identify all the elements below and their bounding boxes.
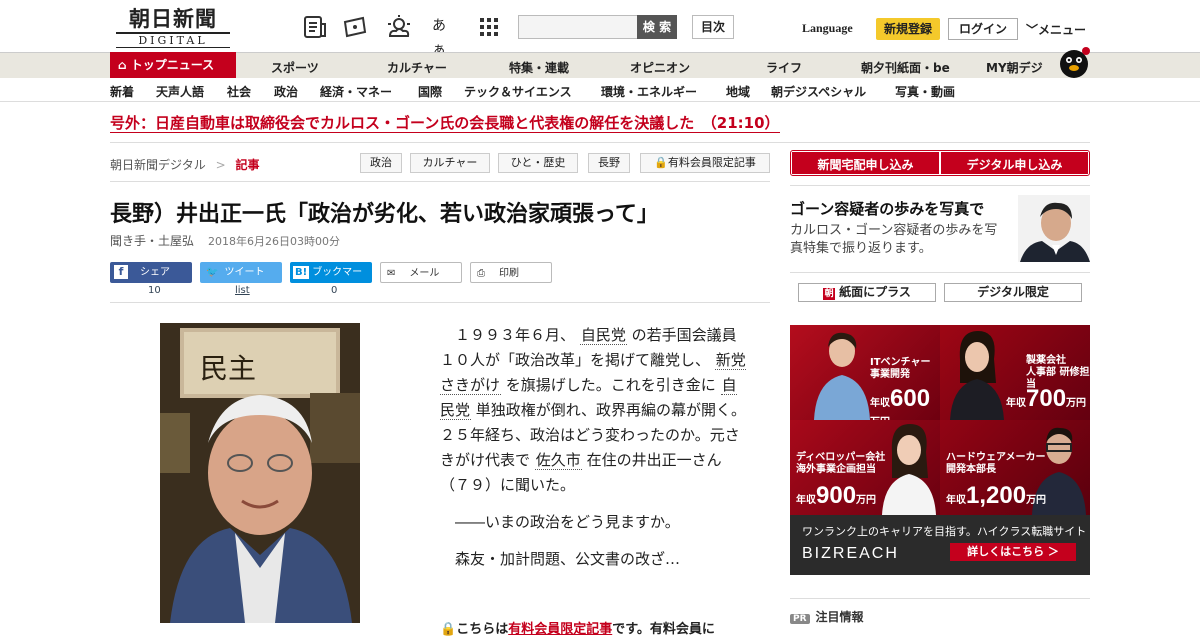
nav-sub-item[interactable]: 経済・マネー — [320, 83, 392, 100]
ad-cell: ディベロッパー会社 海外事業企画担当 年収900万円 — [790, 420, 940, 515]
print-button[interactable]: ⎙ 印刷 — [470, 262, 552, 283]
ad-tagline: ワンランク上のキャリアを目指す。ハイクラス転職サイト — [802, 525, 1087, 538]
nav-sub-item[interactable]: テック＆サイエンス — [464, 83, 572, 100]
facebook-share-button[interactable]: f シェア — [110, 262, 192, 283]
hatena-count: 0 — [331, 285, 338, 296]
chevron-down-icon: ﹀ — [1026, 23, 1039, 37]
facebook-count: 10 — [148, 285, 161, 296]
svg-text:民主: 民主 — [200, 352, 256, 385]
mascot-icon — [1060, 47, 1090, 78]
pr-section-title: PR 注目情報 — [790, 608, 864, 625]
weather-icon[interactable] — [386, 14, 412, 40]
keyword-link[interactable]: 自民党 — [579, 326, 627, 345]
nav-item[interactable]: ライフ — [766, 59, 802, 76]
index-button[interactable]: 目次 — [692, 15, 734, 39]
divider — [790, 185, 1090, 186]
feature-title[interactable]: ゴーン容疑者の歩みを写真で — [790, 198, 984, 219]
nav-sub-item[interactable]: 国際 — [418, 83, 442, 100]
menu-button[interactable]: ﹀メニュー — [1026, 21, 1086, 38]
lock-icon: 🔒 — [654, 156, 668, 169]
grid-icon[interactable] — [476, 14, 502, 40]
divider — [110, 302, 770, 303]
article-headline: 長野）井出正一氏「政治が劣化、若い政治家頑張って」 — [110, 201, 659, 227]
twitter-list-link[interactable]: list — [235, 285, 250, 296]
keyword-link[interactable]: 佐久市 — [534, 451, 582, 470]
twitter-share-button[interactable]: 🐦 ツイート — [200, 262, 282, 283]
ad-cell: ITベンチャー 事業開発 年収600万円 — [790, 325, 940, 428]
feature-text: カルロス・ゴーン容疑者の歩みを写真特集で振り返ります。 — [790, 223, 998, 256]
top-header: 朝日新聞 DIGITAL あぁ 検 索 目次 Language 新規登録 ログイ… — [0, 0, 1200, 58]
nav-sub-item[interactable]: 朝デジスペシャル — [771, 83, 866, 100]
nav-sub-item[interactable]: 地域 — [726, 83, 750, 100]
nav-item[interactable]: 朝夕刊紙面・be — [861, 59, 950, 76]
article-photo[interactable]: 民主 — [160, 323, 360, 623]
bizreach-ad[interactable]: ITベンチャー 事業開発 年収600万円 製薬会社 人事部 研修担当 年収700… — [790, 325, 1090, 575]
secondary-nav: 新着 天声人語 社会 政治 経済・マネー 国際 テック＆サイエンス 環境・エネル… — [0, 78, 1200, 102]
feature-photo[interactable] — [1018, 195, 1090, 262]
tag-paid-article[interactable]: 🔒有料会員限定記事 — [640, 153, 770, 173]
tag-people-history[interactable]: ひと・歴史 — [498, 153, 578, 173]
nav-item[interactable]: スポーツ — [271, 59, 319, 76]
search-button[interactable]: 検 索 — [637, 15, 677, 39]
publish-date: 2018年6月26日03時00分 — [208, 235, 340, 248]
breadcrumb-home[interactable]: 朝日新聞デジタル — [110, 158, 206, 172]
pr-badge: PR — [790, 614, 810, 624]
tag-politics[interactable]: 政治 — [360, 153, 402, 173]
nav-item[interactable]: MY朝デジ — [986, 59, 1043, 76]
question-paragraph: ――いまの政治をどう見ますか。 — [455, 513, 680, 531]
paid-notice: 🔒こちらは有料会員限定記事です。有料会員に — [440, 622, 715, 637]
register-button[interactable]: 新規登録 — [876, 18, 940, 40]
breadcrumb: 朝日新聞デジタル > 記事 — [110, 158, 260, 172]
nav-item[interactable]: 特集・連載 — [509, 59, 569, 76]
article-body: １９９３年６月、 自民党 の若手国会議員１０人が「政治改革」を掲げて離党し、 新… — [440, 323, 750, 584]
hatena-bookmark-button[interactable]: B! ブックマーク — [290, 262, 372, 299]
search-input[interactable] — [518, 15, 638, 39]
subscribe-paper-button[interactable]: 新聞宅配申し込み — [792, 152, 939, 174]
bizreach-logo: BIZREACH — [802, 545, 899, 562]
newspaper-icon[interactable] — [302, 14, 328, 40]
print-icon: ⎙ — [477, 268, 485, 279]
asahi-logo[interactable]: 朝日新聞 DIGITAL — [116, 8, 230, 48]
breadcrumb-current: 記事 — [235, 158, 260, 172]
tag-nagano[interactable]: 長野 — [588, 153, 630, 173]
digital-only-button[interactable]: デジタル限定 — [944, 283, 1082, 302]
lead-paragraph: １９９３年６月、 自民党 の若手国会議員１０人が「政治改革」を掲げて離党し、 新… — [440, 326, 746, 494]
facebook-icon: f — [114, 265, 128, 279]
mail-icon: ✉ — [387, 268, 396, 279]
subscribe-digital-button[interactable]: デジタル申し込み — [941, 152, 1088, 174]
tab-top-news[interactable]: ⌂ トップニュース — [110, 52, 236, 78]
home-icon: ⌂ — [118, 58, 131, 72]
breaking-news: 号外：日産自動車は取締役会でカルロス・ゴーン氏の会長職と代表権の解任を決議した … — [110, 113, 1090, 143]
ad-cell: ハードウェアメーカー 開発本部長 年収1,200万円 — [940, 420, 1090, 515]
hatena-icon: B! — [293, 266, 310, 279]
nav-sub-item[interactable]: 社会 — [227, 83, 251, 100]
divider — [790, 272, 1090, 273]
nav-sub-item[interactable]: 新着 — [110, 83, 134, 100]
nav-item[interactable]: カルチャー — [387, 59, 447, 76]
divider — [110, 181, 770, 182]
nav-sub-item[interactable]: 政治 — [274, 83, 298, 100]
answer-paragraph: 森友・加計問題、公文書の改ざ… — [455, 550, 681, 568]
nav-item[interactable]: オピニオン — [630, 59, 690, 76]
nav-sub-item[interactable]: 環境・エネルギー — [601, 83, 697, 100]
breaking-news-link[interactable]: 号外：日産自動車は取締役会でカルロス・ゴーン氏の会長職と代表権の解任を決議した … — [110, 114, 780, 133]
ad-more-button[interactable]: 詳しくはこちら ＞ — [950, 543, 1076, 561]
ad-footer: ワンランク上のキャリアを目指す。ハイクラス転職サイト BIZREACH 詳しくは… — [790, 515, 1090, 575]
coupon-icon[interactable] — [342, 14, 368, 40]
font-size-icon[interactable]: あぁ — [432, 14, 458, 58]
byline: 聞き手・土屋弘 2018年6月26日03時00分 — [110, 232, 340, 249]
ad-cell: 製薬会社 人事部 研修担当 年収700万円 — [940, 325, 1090, 420]
nav-sub-item[interactable]: 写真・動画 — [895, 83, 955, 100]
paper-plus-button[interactable]: 朝紙面にプラス — [798, 283, 936, 302]
mail-button[interactable]: ✉ メール — [380, 262, 462, 283]
author: 聞き手・土屋弘 — [110, 234, 195, 248]
divider — [790, 598, 1090, 599]
nav-sub-item[interactable]: 天声人語 — [156, 83, 204, 100]
login-button[interactable]: ログイン — [948, 18, 1018, 40]
tag-culture[interactable]: カルチャー — [410, 153, 490, 173]
twitter-icon: 🐦 — [206, 267, 219, 278]
language-link[interactable]: Language — [802, 21, 853, 36]
asahi-mark-icon: 朝 — [823, 288, 836, 300]
